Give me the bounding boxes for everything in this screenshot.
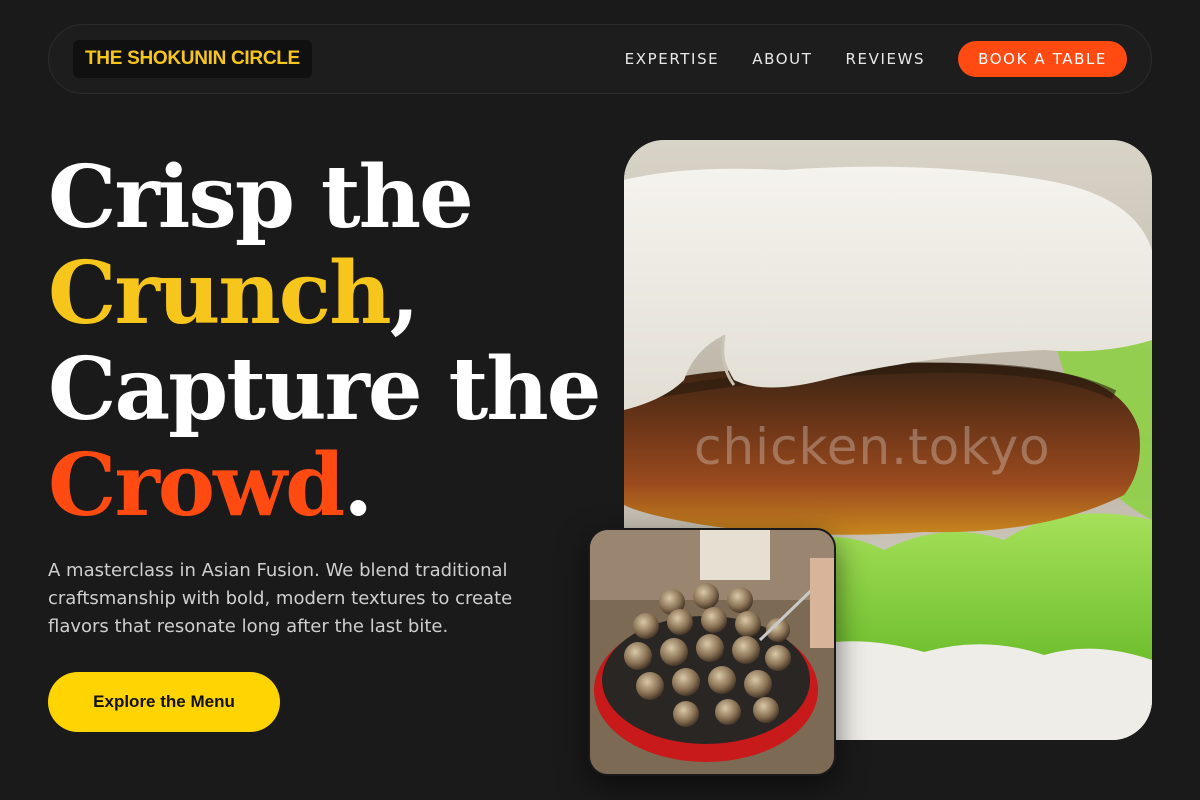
headline-period: . [343, 435, 373, 536]
brand-logo[interactable]: THE SHOKUNIN CIRCLE [73, 40, 312, 78]
headline-word-crunch: Crunch [48, 243, 392, 344]
takoyaki-photo [588, 528, 836, 776]
hero-headline: Crisp the Crunch, Capture the Crowd. [48, 150, 608, 534]
headline-comma: , [389, 243, 420, 344]
hero-description: A masterclass in Asian Fusion. We blend … [48, 560, 513, 637]
headline-line-3: Capture the [48, 339, 601, 440]
nav-links: EXPERTISE ABOUT REVIEWS BOOK A TABLE [625, 41, 1127, 77]
headline-word-crowd: Crowd [48, 435, 345, 536]
photo-watermark: chicken.tokyo [694, 418, 1051, 476]
page: THE SHOKUNIN CIRCLE EXPERTISE ABOUT REVI… [0, 0, 1200, 800]
nav-link-about[interactable]: ABOUT [752, 50, 812, 68]
explore-menu-button[interactable]: Explore the Menu [48, 672, 280, 732]
headline-line-1: Crisp the [48, 147, 474, 248]
takoyaki-illustration [590, 530, 834, 774]
book-table-button[interactable]: BOOK A TABLE [958, 41, 1127, 77]
nav-link-expertise[interactable]: EXPERTISE [625, 50, 720, 68]
nav-link-reviews[interactable]: REVIEWS [846, 50, 926, 68]
top-navigation: THE SHOKUNIN CIRCLE EXPERTISE ABOUT REVI… [48, 24, 1152, 94]
